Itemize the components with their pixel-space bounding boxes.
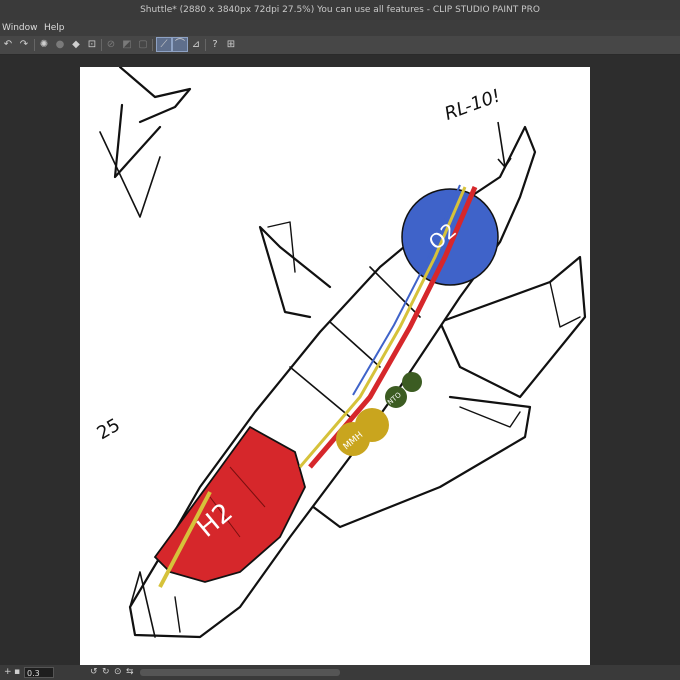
command-bar: ↶ ↷ ✺ ● ◆ ⊡ ⊘ ◩ ▢ ⟋ ⌒ ⊿ ? ⊞ bbox=[0, 36, 680, 55]
window-title-bar: Shuttle* (2880 x 3840px 72dpi 27.5%) You… bbox=[0, 0, 680, 20]
nto-tank bbox=[402, 372, 422, 392]
show-selection-icon[interactable]: ▢ bbox=[137, 38, 149, 51]
right-wing-detail bbox=[549, 281, 581, 328]
drawing-canvas[interactable]: O2 H2 MMH NTO RL-10! 25 bbox=[80, 67, 590, 665]
toolbar-separator bbox=[152, 39, 153, 51]
fill-icon[interactable]: ◆ bbox=[70, 38, 82, 51]
help-icon[interactable]: ? bbox=[209, 38, 221, 51]
menu-window[interactable]: Window bbox=[2, 20, 38, 36]
undo-icon[interactable]: ↶ bbox=[2, 38, 14, 51]
zoom-field[interactable]: 0.3 bbox=[24, 667, 54, 678]
redo-icon[interactable]: ↷ bbox=[18, 38, 30, 51]
window-title: Shuttle* (2880 x 3840px 72dpi 27.5%) You… bbox=[140, 5, 540, 15]
menu-bar: Window Help bbox=[0, 20, 680, 36]
clear-outside-icon[interactable]: ● bbox=[54, 38, 66, 51]
crop-icon[interactable]: ⊘ bbox=[105, 38, 117, 51]
grid-icon[interactable]: ⊞ bbox=[225, 38, 237, 51]
clear-icon[interactable]: ✺ bbox=[38, 38, 50, 51]
partial-wing-sketch bbox=[99, 131, 161, 218]
toolbar-separator bbox=[34, 39, 35, 51]
snap-special-ruler-icon[interactable]: ⌒ bbox=[172, 37, 188, 52]
engine-note: RL-10! bbox=[442, 85, 503, 124]
toolbar-separator bbox=[101, 39, 102, 51]
transform-icon[interactable]: ⊡ bbox=[86, 38, 98, 51]
flip-icon[interactable]: ⇆ bbox=[126, 665, 134, 680]
horizontal-scrollbar[interactable] bbox=[140, 669, 340, 676]
zoom-in-icon[interactable]: + bbox=[4, 665, 12, 680]
ruler-icon[interactable]: ⊿ bbox=[190, 38, 202, 51]
toolbar-separator bbox=[205, 39, 206, 51]
reset-rotation-icon[interactable]: ⊙ bbox=[114, 665, 122, 680]
side-note: 25 bbox=[93, 415, 123, 445]
partial-wing-sketch bbox=[118, 67, 192, 124]
rotate-right-icon[interactable]: ↻ bbox=[102, 665, 110, 680]
zoom-value: 0.3 bbox=[27, 669, 40, 678]
rotate-left-icon[interactable]: ↺ bbox=[90, 665, 98, 680]
menu-help[interactable]: Help bbox=[44, 20, 65, 36]
zoom-out-icon[interactable]: ▪ bbox=[14, 665, 20, 680]
selection-icon[interactable]: ◩ bbox=[121, 38, 133, 51]
status-bar: + ▪ 0.3 ↺ ↻ ⊙ ⇆ bbox=[0, 665, 680, 680]
shuttle-illustration: O2 H2 MMH NTO RL-10! 25 bbox=[93, 67, 587, 639]
snap-ruler-icon[interactable]: ⟋ bbox=[156, 37, 172, 52]
lower-wing-detail bbox=[459, 406, 521, 428]
